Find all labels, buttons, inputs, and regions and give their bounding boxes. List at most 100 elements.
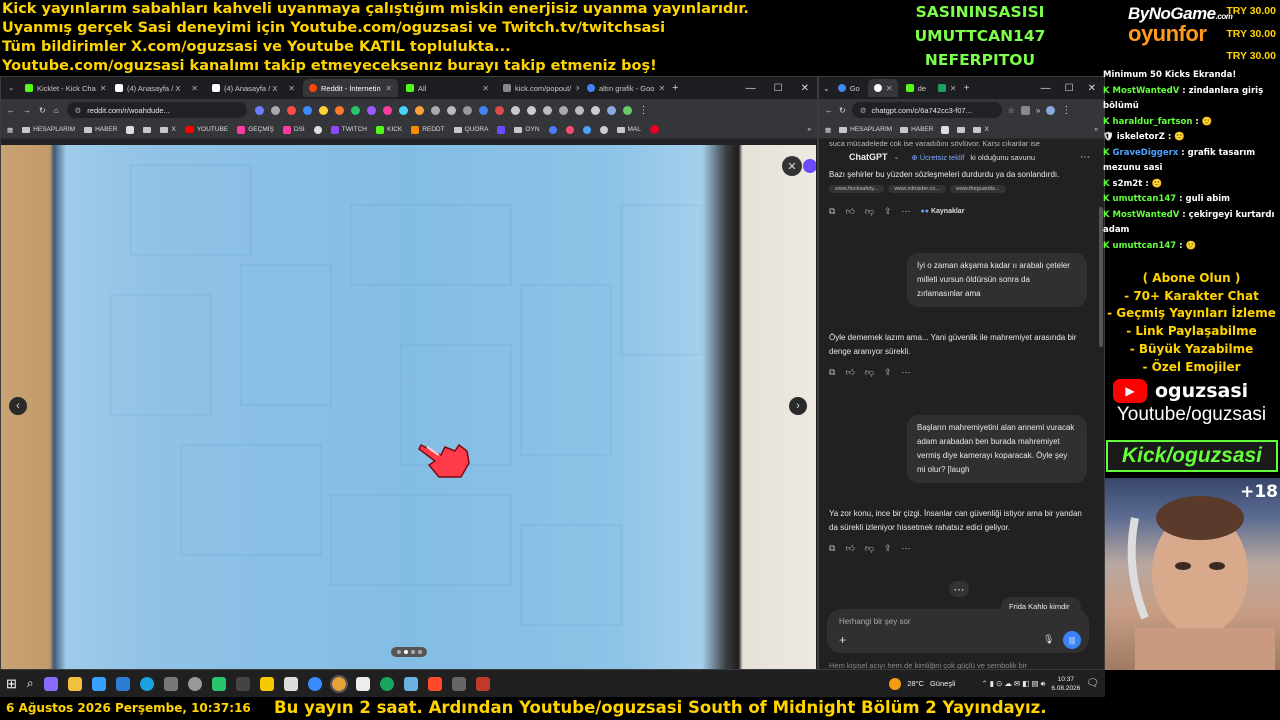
extension-icon[interactable]	[478, 105, 488, 115]
obs-icon[interactable]	[475, 676, 490, 691]
attach-icon[interactable]: +	[839, 633, 846, 647]
address-bar[interactable]: ⚙ reddit.com/r/woahdude...	[66, 102, 247, 118]
more-icon[interactable]: ⋯	[902, 206, 911, 217]
close-icon[interactable]: ✕	[950, 84, 957, 93]
extension-icon[interactable]	[302, 105, 312, 115]
extension-icon[interactable]	[510, 105, 520, 115]
more-icon[interactable]: ⋯	[902, 367, 911, 378]
thumbs-up-icon[interactable]: 👍︎	[845, 543, 854, 554]
browser-tab[interactable]: Kicklet - Kick Cha ✕	[19, 79, 107, 97]
extension-icon[interactable]	[462, 105, 472, 115]
clock[interactable]: 10:37 6.08.2026	[1051, 675, 1080, 693]
bookmark[interactable]	[126, 125, 135, 134]
extension-icon[interactable]	[318, 105, 328, 115]
app-icon[interactable]	[115, 676, 130, 691]
bookmark-folder[interactable]: HESAPLARIM	[22, 126, 75, 133]
bookmark-folder[interactable]: YOUTUBE	[184, 126, 228, 133]
extension-icon[interactable]	[398, 105, 408, 115]
reload-icon[interactable]: ↻	[39, 106, 46, 115]
back-icon[interactable]: ←	[7, 106, 15, 115]
extension-icon[interactable]	[430, 105, 440, 115]
close-icon[interactable]: ✕	[482, 84, 489, 93]
extension-icon[interactable]	[414, 105, 424, 115]
menu-icon[interactable]: ⋮	[1061, 105, 1071, 116]
brave-icon[interactable]	[427, 676, 442, 691]
bookmark[interactable]	[143, 126, 152, 133]
voice-mode-button[interactable]: |||	[1063, 631, 1081, 649]
extension-icon[interactable]	[574, 105, 584, 115]
bookmark-folder[interactable]: HESAPLARIM	[839, 126, 892, 133]
bookmark-folder[interactable]: DSİ	[282, 125, 305, 134]
more-options-icon[interactable]: ⋯	[1080, 152, 1090, 163]
app-icon[interactable]	[451, 676, 466, 691]
extension-icon[interactable]	[350, 105, 360, 115]
page-dot[interactable]	[410, 650, 415, 654]
bookmark-folder[interactable]: GEÇMİŞ	[237, 125, 274, 134]
bookmark[interactable]	[649, 125, 659, 134]
app-icon[interactable]	[43, 676, 58, 691]
home-icon[interactable]: ⌂	[54, 106, 59, 115]
bookmark[interactable]	[313, 125, 322, 134]
site-info-icon[interactable]: ⚙	[75, 106, 82, 115]
app-icon[interactable]	[91, 676, 106, 691]
browser-tab[interactable]: All ✕	[400, 79, 495, 97]
close-icon[interactable]: ✕	[575, 84, 579, 93]
app-icon[interactable]	[211, 676, 226, 691]
app-icon[interactable]	[283, 676, 298, 691]
extension-icon[interactable]	[590, 105, 600, 115]
app-icon[interactable]	[355, 676, 370, 691]
previous-image-button[interactable]: ‹	[9, 397, 27, 415]
free-offer-link[interactable]: ⊕ Ücretsiz teklif	[911, 153, 964, 162]
copy-icon[interactable]: ⧉	[829, 206, 835, 217]
notification-icon[interactable]: 🗨︎	[1086, 678, 1099, 689]
sources-button[interactable]: ●● Kaynaklar	[921, 208, 965, 215]
extension-icon[interactable]	[382, 105, 392, 115]
bookmark-folder[interactable]: X	[973, 126, 989, 133]
extension-icon[interactable]	[334, 105, 344, 115]
file-explorer-icon[interactable]	[67, 676, 82, 691]
close-window-icon[interactable]: ✕	[1088, 83, 1096, 94]
extension-icon[interactable]	[558, 105, 568, 115]
copy-icon[interactable]: ⧉	[829, 543, 835, 554]
close-window-icon[interactable]: ✕	[801, 83, 809, 94]
page-dot-active[interactable]	[403, 650, 408, 654]
bookmark-folder[interactable]: X	[160, 126, 176, 133]
source-chip[interactable]: www.zdnsider.co...	[888, 185, 946, 193]
start-icon[interactable]: ⊞	[6, 676, 17, 692]
bookmark-folder[interactable]: REDDT	[411, 125, 445, 134]
extension-icon[interactable]	[446, 105, 456, 115]
tab-search-icon[interactable]: ⌄	[823, 84, 830, 93]
apps-icon[interactable]: ▦	[7, 126, 13, 134]
app-icon[interactable]	[259, 676, 274, 691]
image-pagination[interactable]	[391, 647, 427, 657]
extension-icon[interactable]	[270, 105, 280, 115]
app-icon[interactable]	[307, 676, 322, 691]
browser-tab[interactable]: kick.com/popout/✕	[497, 79, 579, 97]
browser-tab[interactable]: (4) Anasayfa / X ✕	[206, 79, 301, 97]
copy-icon[interactable]: ⧉	[829, 367, 835, 378]
thumbs-down-icon[interactable]: 👎︎	[865, 367, 874, 378]
browser-tab[interactable]: de	[900, 79, 930, 97]
extension-icon[interactable]	[366, 105, 376, 115]
bookmark-star-icon[interactable]: ☆	[1008, 106, 1015, 115]
bookmark-folder[interactable]: OYN	[514, 126, 540, 133]
browser-tab[interactable]: altın grafik - Goo ✕	[581, 79, 666, 97]
forward-icon[interactable]: →	[23, 106, 31, 115]
browser-tab[interactable]: Go	[832, 79, 866, 97]
bookmark[interactable]	[548, 125, 557, 134]
tray-icons[interactable]: ⌃ ▮ ⊙ ☁ ✉ ◧ ▤ 🔊︎	[981, 679, 1045, 689]
more-bookmarks-icon[interactable]: »	[1094, 126, 1098, 133]
bookmark-folder[interactable]: QUORA	[453, 126, 488, 133]
thumbs-up-icon[interactable]: 👍︎	[845, 206, 854, 217]
new-tab-icon[interactable]: +	[672, 82, 678, 94]
site-info-icon[interactable]: ⚙	[860, 106, 867, 115]
microphone-icon[interactable]: 🎙︎	[1043, 634, 1054, 645]
extensions-icon[interactable]	[1020, 105, 1030, 115]
search-icon[interactable]: ⌕	[27, 676, 34, 691]
extension-icon[interactable]	[254, 105, 264, 115]
browser-tab-active[interactable]: ✕	[867, 79, 898, 97]
new-tab-icon[interactable]: +	[964, 83, 970, 94]
bookmark[interactable]	[497, 125, 506, 134]
thumbs-up-icon[interactable]: 👍︎	[845, 367, 854, 378]
browser-tab[interactable]: ✕	[932, 79, 962, 97]
